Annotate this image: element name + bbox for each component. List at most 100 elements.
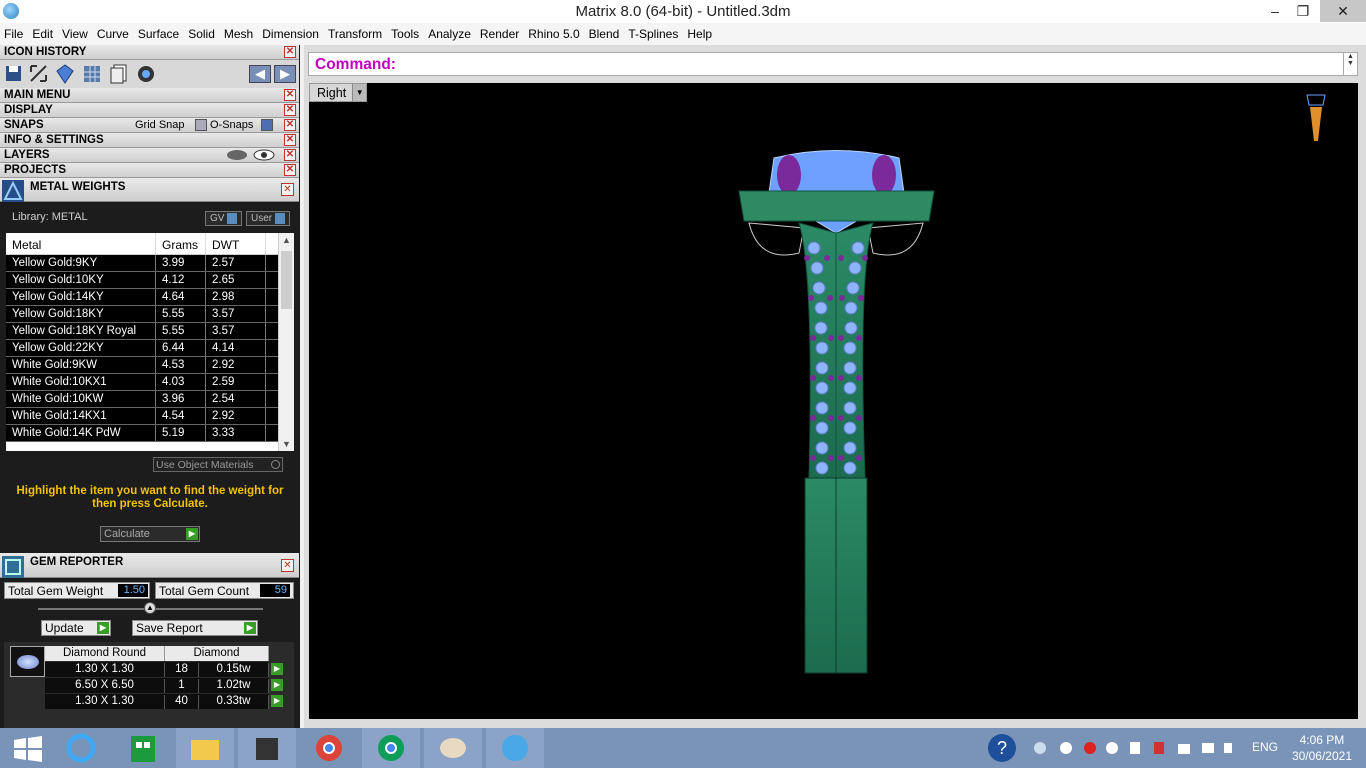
gem-slider[interactable]: ▲ [38, 602, 263, 614]
scroll-up-icon[interactable]: ▲ [282, 235, 291, 245]
v8-app-icon[interactable] [486, 728, 544, 768]
close-icon[interactable]: ✕ [284, 89, 296, 101]
snaps-header[interactable]: SNAPS Grid Snap O-Snaps ✕ [0, 118, 299, 133]
command-history-spinner[interactable]: ▲ ▼ [1343, 53, 1357, 75]
save-icon[interactable] [3, 63, 25, 85]
grid-snap-toggle[interactable] [195, 119, 207, 131]
history-forward-button[interactable]: ▶ [274, 65, 296, 83]
paste-icon[interactable] [108, 63, 130, 85]
save-report-button[interactable]: Save Report ▶ [132, 620, 258, 636]
table-row[interactable]: White Gold:10KX1 4.03 2.59 [6, 374, 294, 391]
user-checkbox[interactable] [275, 213, 286, 224]
table-row[interactable]: White Gold:10KW 3.96 2.54 [6, 391, 294, 408]
store-icon[interactable] [114, 728, 172, 768]
table-row[interactable]: White Gold:9KW 4.53 2.92 [6, 357, 294, 374]
gv-checkbox[interactable] [227, 213, 238, 224]
help-icon[interactable]: ? [986, 732, 1018, 764]
menu-solid[interactable]: Solid [188, 27, 215, 41]
menu-view[interactable]: View [62, 27, 88, 41]
history-back-button[interactable]: ◀ [249, 65, 271, 83]
play-icon[interactable]: ▶ [271, 663, 283, 675]
gv-toggle[interactable]: GV [205, 211, 243, 226]
close-icon[interactable]: ✕ [284, 149, 296, 161]
slider-knob[interactable]: ▲ [144, 602, 156, 614]
table-row[interactable]: White Gold:14K PdW 5.19 3.33 [6, 425, 294, 442]
scroll-thumb[interactable] [281, 251, 292, 309]
minimize-button[interactable]: – [1260, 0, 1290, 22]
table-row[interactable]: Yellow Gold:18KY 5.55 3.57 [6, 306, 294, 323]
table-row[interactable]: Yellow Gold:14KY 4.64 2.98 [6, 289, 294, 306]
info-settings-header[interactable]: INFO & SETTINGS ✕ [0, 133, 299, 148]
display-header[interactable]: DISPLAY ✕ [0, 103, 299, 118]
clock[interactable]: 4:06 PM 30/06/2021 [1292, 732, 1352, 764]
camera-icon[interactable] [135, 63, 157, 85]
close-icon[interactable]: ✕ [284, 164, 296, 176]
restore-button[interactable]: ❐ [1288, 0, 1318, 22]
close-icon[interactable]: ✕ [284, 46, 296, 58]
play-icon[interactable]: ▶ [97, 622, 109, 634]
close-icon[interactable]: ✕ [284, 134, 296, 146]
matrix-taskbar-icon[interactable] [238, 728, 296, 768]
table-row[interactable]: 6.50 X 6.50 1 1.02tw ▶ [45, 678, 283, 693]
projects-header[interactable]: PROJECTS ✕ [0, 163, 299, 178]
table-row[interactable]: Yellow Gold:22KY 6.44 4.14 [6, 340, 294, 357]
menu-tsplines[interactable]: T-Splines [628, 27, 678, 41]
viewport-right[interactable]: Right ▼ [309, 83, 1358, 719]
play-icon[interactable]: ▶ [271, 679, 283, 691]
close-button[interactable]: ✕ [1320, 0, 1366, 22]
close-icon[interactable]: ✕ [281, 559, 294, 572]
system-tray-icons[interactable] [1032, 740, 1232, 756]
radio-icon[interactable] [271, 460, 280, 469]
file-explorer-icon[interactable] [176, 728, 234, 768]
layers-header[interactable]: LAYERS ✕ [0, 148, 299, 163]
menu-file[interactable]: File [4, 27, 23, 41]
close-icon[interactable]: ✕ [284, 119, 296, 131]
calculate-button[interactable]: Calculate ▶ [100, 526, 200, 542]
play-icon[interactable]: ▶ [271, 695, 283, 707]
gem-icon[interactable] [54, 63, 76, 85]
grid-icon[interactable] [81, 63, 103, 85]
table-row[interactable]: Yellow Gold:18KY Royal 5.55 3.57 [6, 323, 294, 340]
close-icon[interactable]: ✕ [284, 104, 296, 116]
view-gizmo[interactable] [1306, 94, 1326, 141]
menu-tools[interactable]: Tools [391, 27, 419, 41]
table-scrollbar[interactable]: ▲ ▼ [278, 233, 294, 451]
table-row[interactable]: 1.30 X 1.30 18 0.15tw ▶ [45, 662, 283, 677]
menu-mesh[interactable]: Mesh [224, 27, 253, 41]
eye-icon[interactable] [252, 149, 276, 161]
menu-transform[interactable]: Transform [328, 27, 382, 41]
use-object-materials-toggle[interactable]: Use Object Materials [153, 457, 283, 472]
menu-help[interactable]: Help [687, 27, 712, 41]
chrome-icon[interactable] [362, 728, 420, 768]
menu-curve[interactable]: Curve [97, 27, 129, 41]
language-indicator[interactable]: ENG [1252, 740, 1278, 754]
menu-render[interactable]: Render [480, 27, 519, 41]
table-row[interactable]: White Gold:14KX1 4.54 2.92 [6, 408, 294, 425]
lock-layer-icon[interactable] [225, 149, 249, 161]
main-menu-header[interactable]: MAIN MENU ✕ [0, 88, 299, 103]
chrome-icon[interactable] [300, 728, 358, 768]
icon-history-header[interactable]: ICON HISTORY ✕ [0, 45, 299, 60]
user-toggle[interactable]: User [246, 211, 291, 226]
update-button[interactable]: Update ▶ [41, 620, 111, 636]
col-metal[interactable]: Metal [6, 233, 156, 254]
menu-edit[interactable]: Edit [32, 27, 53, 41]
table-row[interactable]: Yellow Gold:10KY 4.12 2.65 [6, 272, 294, 289]
internet-explorer-icon[interactable] [52, 728, 110, 768]
col-grams[interactable]: Grams [156, 233, 206, 254]
diamond-round-icon[interactable] [10, 646, 45, 677]
transform-icon[interactable] [28, 63, 50, 85]
menu-blend[interactable]: Blend [589, 27, 620, 41]
close-icon[interactable]: ✕ [281, 183, 294, 196]
table-row[interactable]: Yellow Gold:9KY 3.99 2.57 [6, 255, 294, 272]
menu-rhino[interactable]: Rhino 5.0 [528, 27, 579, 41]
windows-start-icon[interactable] [0, 728, 58, 768]
osnaps-toggle[interactable] [261, 119, 273, 131]
menu-surface[interactable]: Surface [138, 27, 179, 41]
menu-analyze[interactable]: Analyze [428, 27, 471, 41]
play-icon[interactable]: ▶ [244, 622, 256, 634]
menu-dimension[interactable]: Dimension [262, 27, 319, 41]
col-dwt[interactable]: DWT [206, 233, 266, 254]
paint-icon[interactable] [424, 728, 482, 768]
scroll-down-icon[interactable]: ▼ [282, 439, 291, 449]
